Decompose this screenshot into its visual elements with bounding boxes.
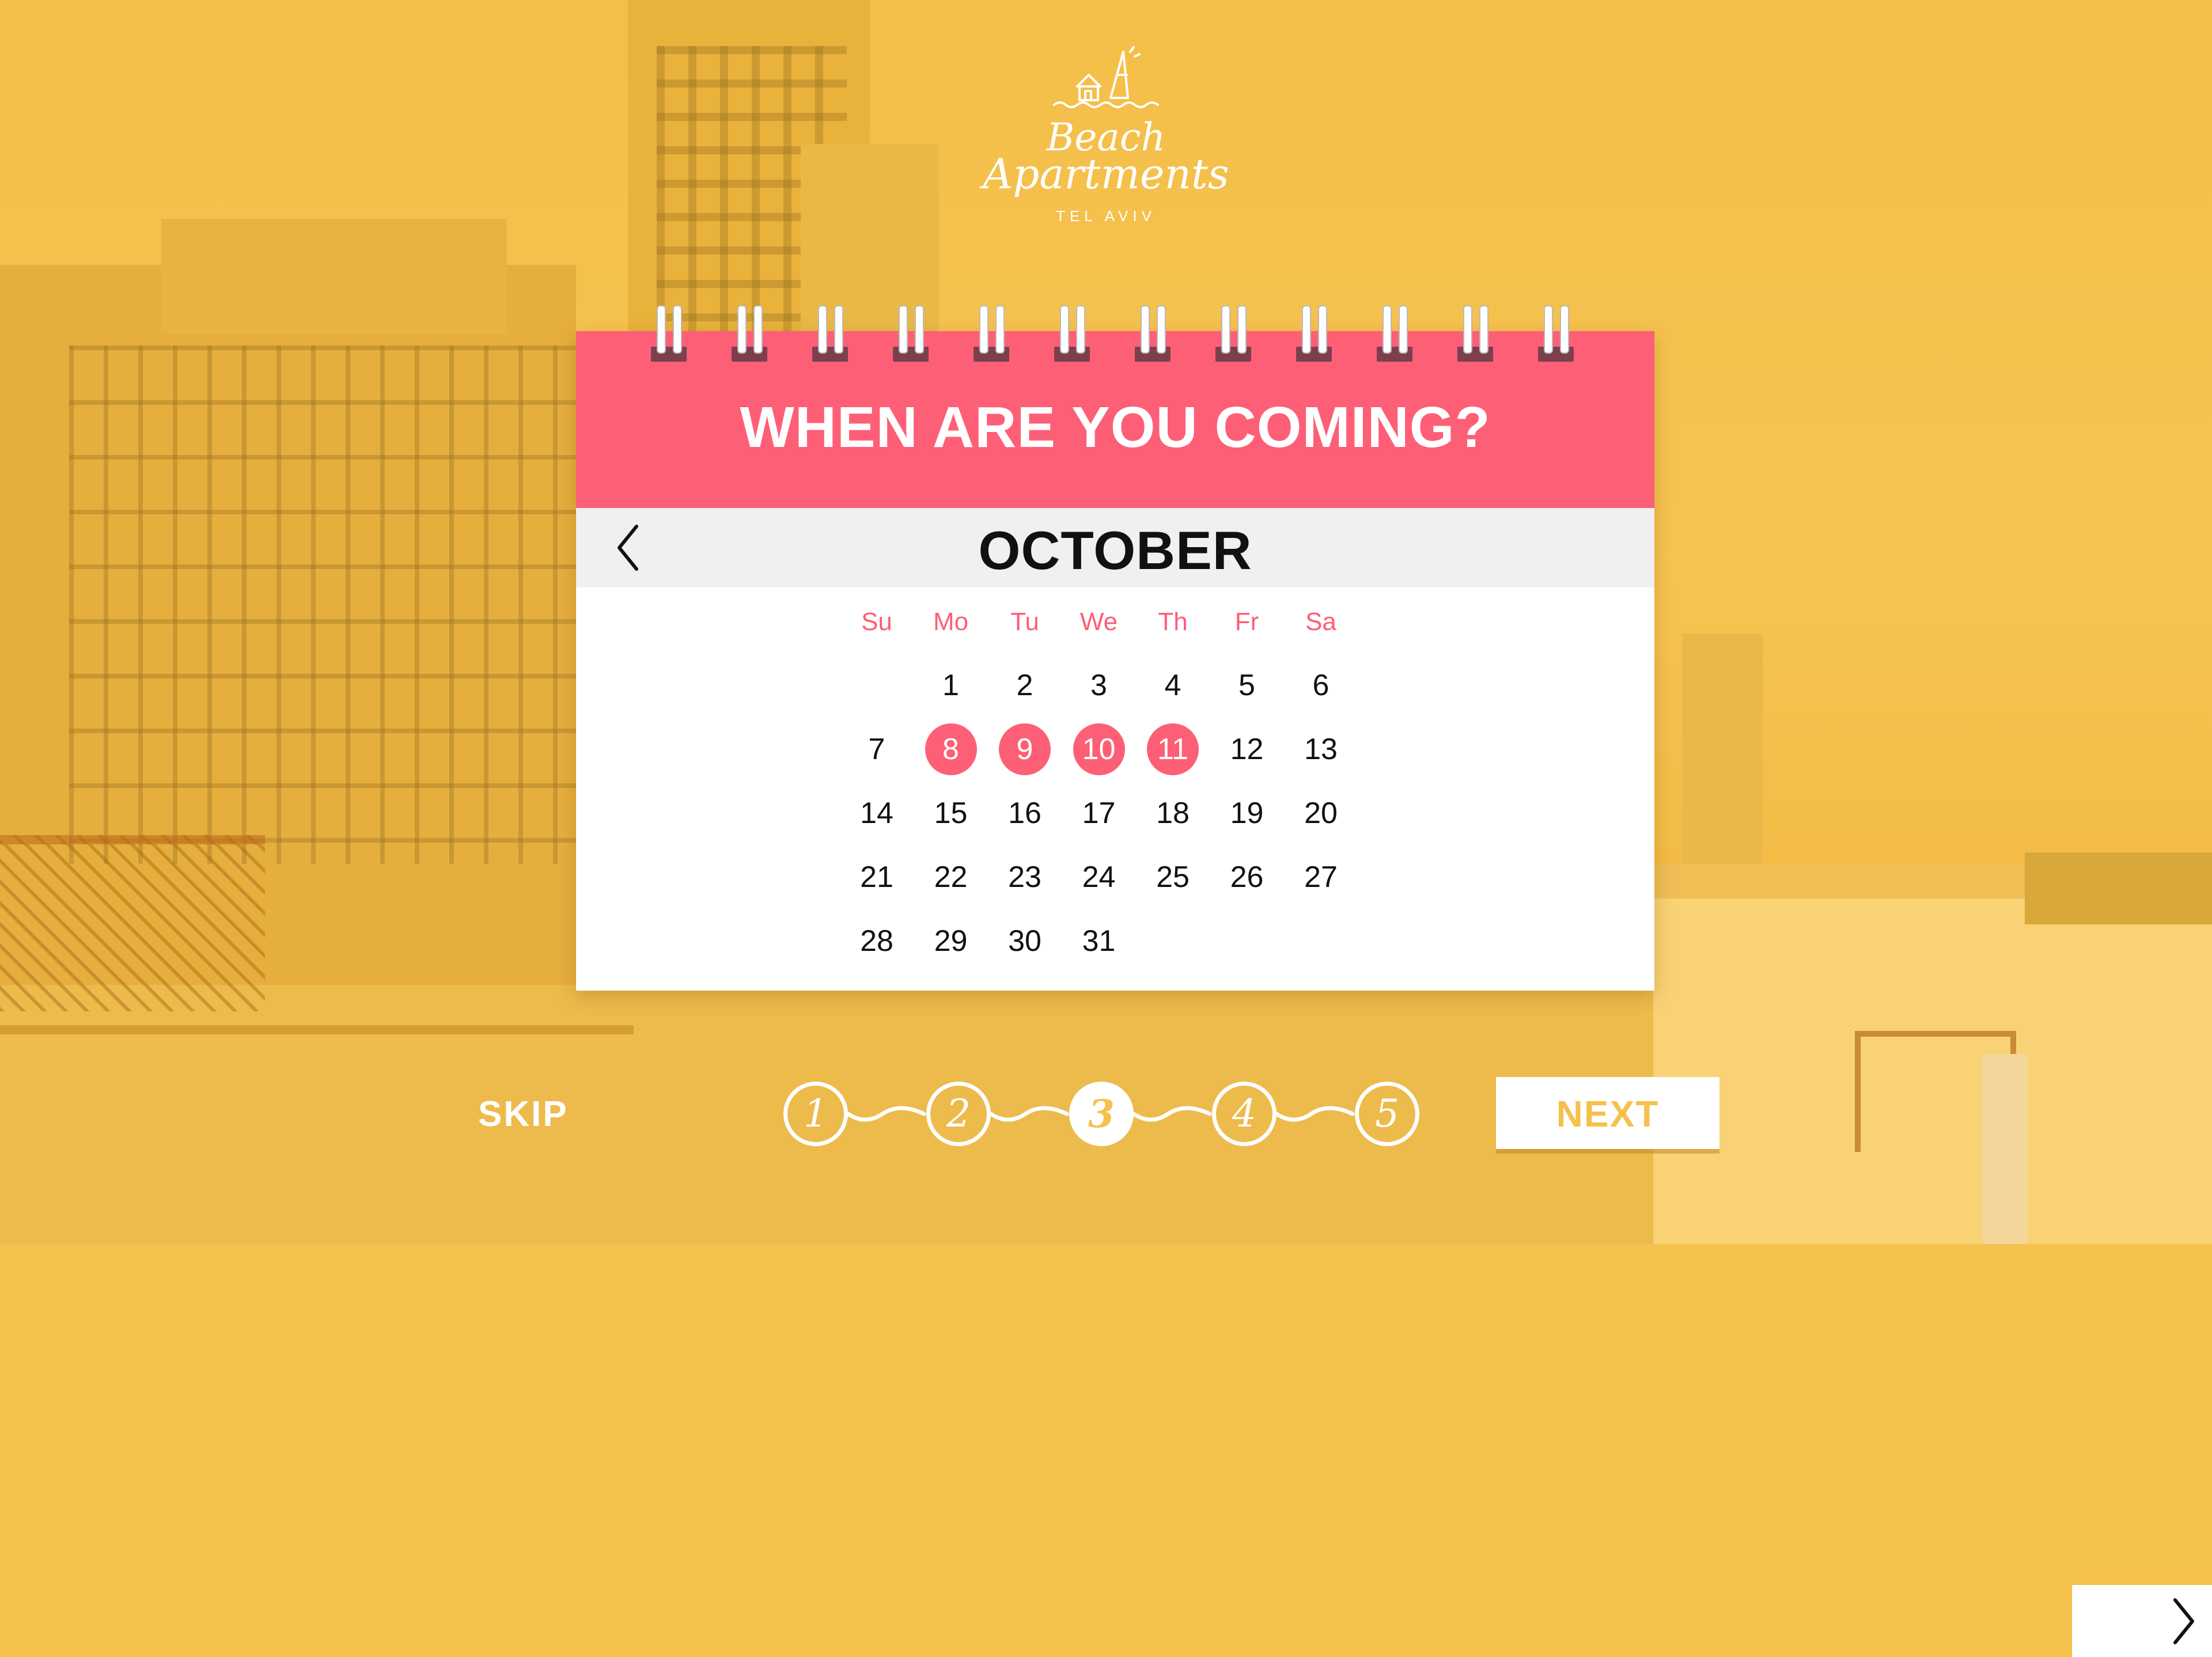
step-4-button[interactable]: 4 xyxy=(1212,1082,1277,1146)
calendar-spiral-binding xyxy=(576,305,1654,369)
binding-ring xyxy=(732,305,767,369)
calendar-day[interactable]: 13 xyxy=(1295,723,1347,775)
calendar-day[interactable]: 4 xyxy=(1147,659,1199,711)
step-1-button[interactable]: 1 xyxy=(783,1082,848,1146)
calendar-day-selected[interactable]: 11 xyxy=(1147,723,1199,775)
binding-ring xyxy=(893,305,929,369)
calendar-day[interactable]: 1 xyxy=(925,659,977,711)
month-bar: OCTOBER xyxy=(576,508,2212,1657)
calendar-day[interactable]: 7 xyxy=(851,723,903,775)
calendar-day[interactable]: 18 xyxy=(1147,787,1199,839)
binding-ring xyxy=(1215,305,1251,369)
calendar-day[interactable]: 30 xyxy=(999,915,1051,967)
binding-ring xyxy=(812,305,848,369)
calendar-day[interactable]: 31 xyxy=(1073,915,1125,967)
step-2-button[interactable]: 2 xyxy=(926,1082,991,1146)
logo-subtitle: TEL AVIV xyxy=(1056,207,1156,225)
calendar-day-selected[interactable]: 9 xyxy=(999,723,1051,775)
left-building-top xyxy=(161,219,507,334)
promenade-rail xyxy=(0,1025,634,1034)
step-3-button[interactable]: 3 xyxy=(1069,1082,1134,1146)
right-edge-block xyxy=(2025,852,2212,924)
binding-ring xyxy=(1457,305,1493,369)
calendar-day[interactable]: 17 xyxy=(1073,787,1125,839)
beach-post xyxy=(1982,1054,2028,1244)
binding-ring xyxy=(1135,305,1171,369)
weekday-header-row: Su Mo Tu We Th Fr Sa xyxy=(851,608,1369,642)
calendar-day[interactable]: 3 xyxy=(1073,659,1125,711)
calendar-day-selected[interactable]: 8 xyxy=(925,723,977,775)
weekday-label: Th xyxy=(1158,608,1188,636)
month-name: OCTOBER xyxy=(978,520,1252,581)
calendar-day-selected[interactable]: 10 xyxy=(1073,723,1125,775)
calendar-day[interactable]: 21 xyxy=(851,851,903,903)
beach-house-icon xyxy=(1053,46,1159,108)
binding-ring xyxy=(1054,305,1090,369)
binding-ring xyxy=(1296,305,1332,369)
weekday-label: Tu xyxy=(1010,608,1039,636)
calendar-day[interactable]: 14 xyxy=(851,787,903,839)
calendar-day[interactable]: 29 xyxy=(925,915,977,967)
calendar-card: WHEN ARE YOU COMING? OCTOBER Su Mo Tu We Th F… xyxy=(576,305,2212,1657)
pergola xyxy=(0,835,265,1011)
next-button[interactable]: NEXT xyxy=(1496,1077,1719,1149)
weekday-label: Sa xyxy=(1305,608,1336,636)
binding-ring xyxy=(1538,305,1574,369)
calendar-day[interactable]: 22 xyxy=(925,851,977,903)
logo-title-line2: Apartments xyxy=(983,150,1229,198)
calendar-day[interactable]: 12 xyxy=(1221,723,1273,775)
calendar-heading: WHEN ARE YOU COMING? xyxy=(740,395,1491,460)
calendar-day[interactable]: 2 xyxy=(999,659,1051,711)
weekday-label: Mo xyxy=(933,608,969,636)
calendar-day[interactable]: 6 xyxy=(1295,659,1347,711)
binding-ring xyxy=(1377,305,1412,369)
step-5-button[interactable]: 5 xyxy=(1355,1082,1419,1146)
weekday-label: We xyxy=(1080,608,1118,636)
brand-logo: Beach Apartments TEL AVIV xyxy=(979,46,1233,236)
next-month-button[interactable] xyxy=(2072,1585,2212,1657)
calendar-day[interactable]: 28 xyxy=(851,915,903,967)
left-building-windows xyxy=(69,346,576,864)
skip-button[interactable]: SKIP xyxy=(478,1094,570,1135)
weekday-label: Fr xyxy=(1234,608,1259,636)
calendar-day[interactable]: 25 xyxy=(1147,851,1199,903)
calendar-day[interactable]: 19 xyxy=(1221,787,1273,839)
binding-ring xyxy=(651,305,687,369)
weekday-label: Su xyxy=(861,608,892,636)
calendar-day[interactable]: 15 xyxy=(925,787,977,839)
distant-building xyxy=(1682,634,1763,887)
calendar-day[interactable]: 16 xyxy=(999,787,1051,839)
step-indicator: 1 2 3 4 5 xyxy=(783,1077,1429,1152)
binding-ring xyxy=(974,305,1009,369)
calendar-day[interactable]: 26 xyxy=(1221,851,1273,903)
calendar-day[interactable]: 23 xyxy=(999,851,1051,903)
calendar-day[interactable]: 5 xyxy=(1221,659,1273,711)
chevron-right-icon xyxy=(2173,1598,2194,1644)
calendar-day[interactable]: 20 xyxy=(1295,787,1347,839)
calendar-day[interactable]: 24 xyxy=(1073,851,1125,903)
calendar-day[interactable]: 27 xyxy=(1295,851,1347,903)
